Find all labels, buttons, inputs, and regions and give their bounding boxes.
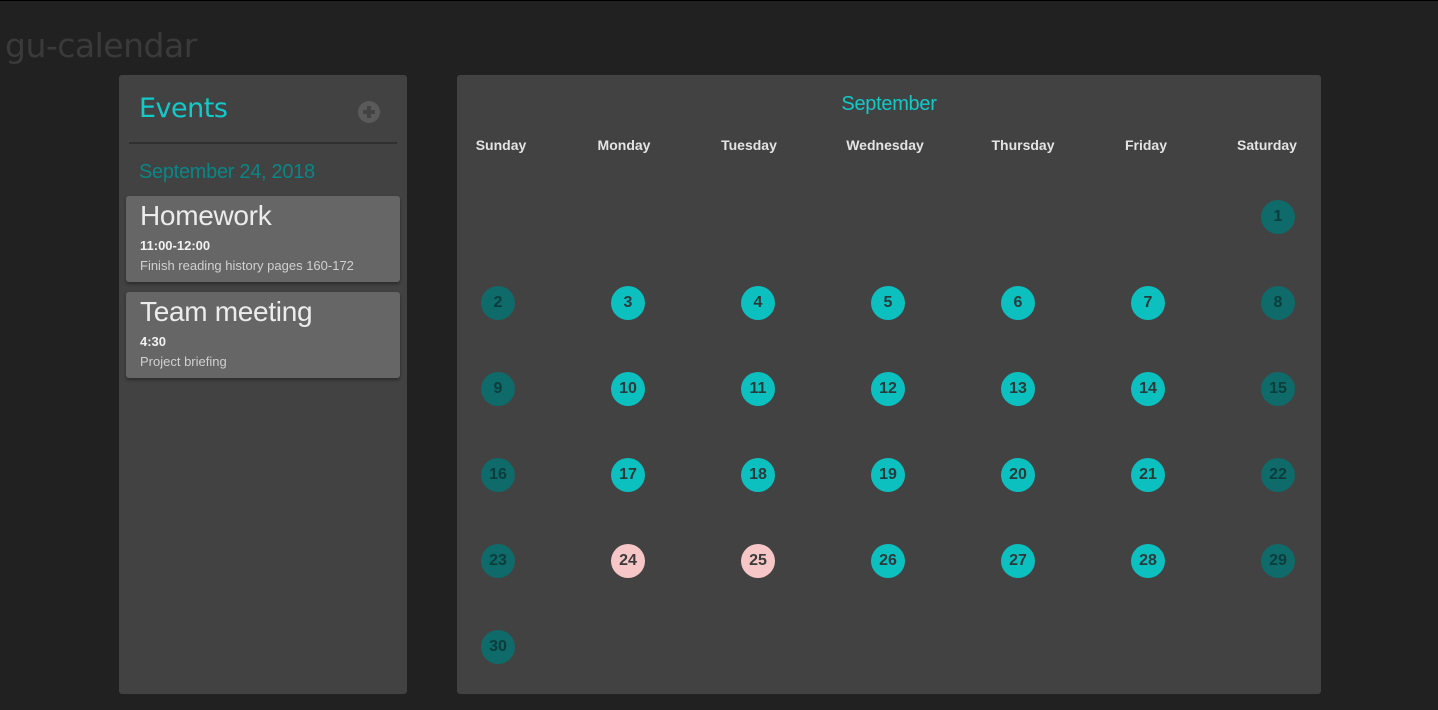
calendar-day-11[interactable]: 11 bbox=[741, 372, 775, 406]
calendar-day-25[interactable]: 25 bbox=[741, 544, 775, 578]
calendar-day-19[interactable]: 19 bbox=[871, 458, 905, 492]
calendar-day-23[interactable]: 23 bbox=[481, 544, 515, 578]
calendar-day-7[interactable]: 7 bbox=[1131, 286, 1165, 320]
selected-date-heading: September 24, 2018 bbox=[139, 161, 315, 183]
calendar-day-21[interactable]: 21 bbox=[1131, 458, 1165, 492]
month-title: September bbox=[841, 93, 937, 115]
calendar-day-15[interactable]: 15 bbox=[1261, 372, 1295, 406]
weekday-header-thursday: Thursday bbox=[991, 137, 1055, 153]
calendar-day-16[interactable]: 16 bbox=[481, 458, 515, 492]
event-name: Team meeting bbox=[140, 296, 313, 327]
add-event-button[interactable] bbox=[358, 101, 380, 123]
app-title: gu-calendar bbox=[5, 26, 197, 65]
event-name: Homework bbox=[140, 200, 272, 231]
weekday-header-friday: Friday bbox=[1124, 137, 1167, 153]
events-panel: Events September 24, 2018 Homework 11:00… bbox=[119, 75, 407, 694]
calendar-day-26[interactable]: 26 bbox=[871, 544, 905, 578]
calendar-day-13[interactable]: 13 bbox=[1001, 372, 1035, 406]
top-border bbox=[0, 0, 1438, 1]
weekday-header-wednesday: Wednesday bbox=[846, 137, 924, 153]
events-title: Events bbox=[139, 93, 228, 124]
weekday-header-saturday: Saturday bbox=[1237, 137, 1297, 153]
calendar-day-22[interactable]: 22 bbox=[1261, 458, 1295, 492]
calendar-day-6[interactable]: 6 bbox=[1001, 286, 1035, 320]
event-time: 4:30 bbox=[140, 334, 167, 349]
calendar-day-5[interactable]: 5 bbox=[871, 286, 905, 320]
weekday-header-monday: Monday bbox=[597, 137, 651, 153]
calendar-day-20[interactable]: 20 bbox=[1001, 458, 1035, 492]
calendar-day-1[interactable]: 1 bbox=[1261, 200, 1295, 234]
calendar-day-17[interactable]: 17 bbox=[611, 458, 645, 492]
weekday-header-tuesday: Tuesday bbox=[721, 137, 777, 153]
calendar-day-8[interactable]: 8 bbox=[1261, 286, 1295, 320]
calendar-day-29[interactable]: 29 bbox=[1261, 544, 1295, 578]
plus-icon-stroke bbox=[367, 106, 371, 118]
events-header: Events bbox=[129, 75, 397, 144]
event-time: 11:00-12:00 bbox=[140, 238, 211, 253]
calendar-day-28[interactable]: 28 bbox=[1131, 544, 1165, 578]
calendar-day-10[interactable]: 10 bbox=[611, 372, 645, 406]
calendar-panel: September Sunday Monday Tuesday Wednesda… bbox=[457, 75, 1321, 694]
weekday-header-sunday: Sunday bbox=[475, 137, 527, 153]
calendar-day-14[interactable]: 14 bbox=[1131, 372, 1165, 406]
calendar-day-2[interactable]: 2 bbox=[481, 286, 515, 320]
event-description: Finish reading history pages 160-172 bbox=[140, 258, 354, 273]
calendar-day-30[interactable]: 30 bbox=[481, 630, 515, 664]
calendar-day-27[interactable]: 27 bbox=[1001, 544, 1035, 578]
calendar-day-12[interactable]: 12 bbox=[871, 372, 905, 406]
calendar-day-18[interactable]: 18 bbox=[741, 458, 775, 492]
calendar-day-24[interactable]: 24 bbox=[611, 544, 645, 578]
event-description: Project briefing bbox=[140, 354, 227, 369]
event-card[interactable]: Homework 11:00-12:00 Finish reading hist… bbox=[126, 196, 400, 282]
event-card[interactable]: Team meeting 4:30 Project briefing bbox=[126, 292, 400, 378]
calendar-day-9[interactable]: 9 bbox=[481, 372, 515, 406]
calendar-day-3[interactable]: 3 bbox=[611, 286, 645, 320]
calendar-day-4[interactable]: 4 bbox=[741, 286, 775, 320]
